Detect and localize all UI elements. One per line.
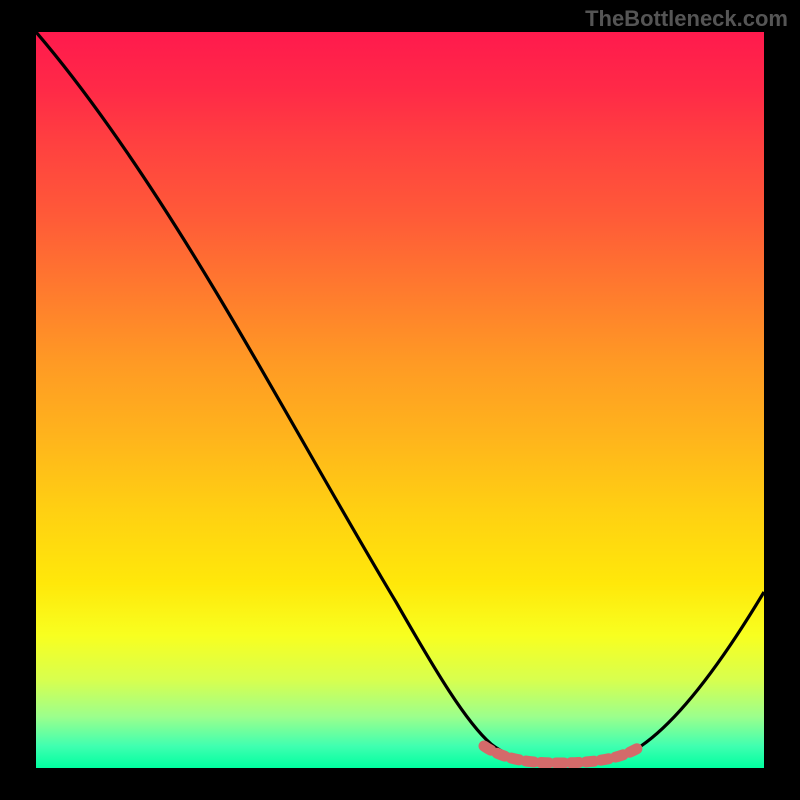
watermark-text: TheBottleneck.com [585,6,788,32]
chart-plot-area [36,32,764,768]
highlight-band-path [484,746,640,763]
curve-path [36,32,764,763]
bottleneck-curve [36,32,764,768]
